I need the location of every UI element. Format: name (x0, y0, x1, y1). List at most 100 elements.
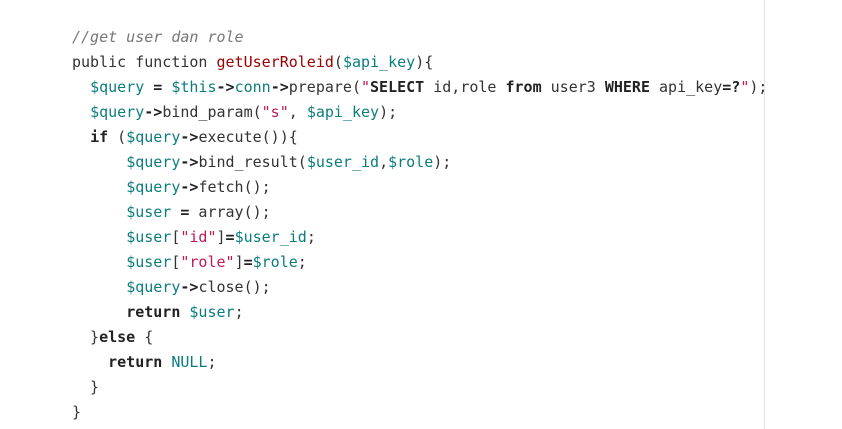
keyword: = (153, 78, 163, 96)
code-text: } (72, 403, 82, 421)
variable: $query (126, 178, 181, 196)
code-text: ); (379, 103, 398, 121)
code-text: public function (72, 53, 217, 71)
code-text: ] (234, 253, 244, 271)
code-text: ] (216, 228, 226, 246)
code-line: $query->bind_result($user_id,$role); (72, 150, 767, 175)
code-text: fetch(); (198, 178, 271, 196)
string-literal: " (361, 78, 371, 96)
keyword: -> (180, 128, 199, 146)
code-text: } (72, 378, 100, 396)
keyword: -> (216, 78, 235, 96)
comment: //get user dan role (72, 28, 244, 46)
code-text: bind_param( (162, 103, 262, 121)
variable: $api_key (342, 53, 416, 71)
code-text: id,role (424, 78, 506, 96)
code-text: prepare( (288, 78, 361, 96)
code-text: ( (108, 128, 127, 146)
code-line: if ($query->execute()){ (72, 125, 767, 150)
keyword: return (108, 353, 163, 371)
variable: $query (126, 128, 181, 146)
sql-keyword: WHERE (604, 78, 650, 96)
code-line: return NULL; (72, 350, 767, 375)
sql-keyword: from (505, 78, 542, 96)
variable: $query (90, 78, 145, 96)
variable: $role (388, 153, 434, 171)
keyword: =? (722, 78, 741, 96)
code-text: , (288, 103, 307, 121)
string-literal: "id" (180, 228, 217, 246)
string-literal: "role" (180, 253, 235, 271)
code-text: , (379, 153, 389, 171)
keyword: = (225, 228, 235, 246)
keyword: if (90, 128, 109, 146)
code-text: ; (207, 353, 217, 371)
code-text: } (72, 328, 100, 346)
keyword: -> (180, 278, 199, 296)
variable: $user (189, 303, 235, 321)
code-text: execute()){ (198, 128, 298, 146)
variable: $this (171, 78, 217, 96)
code-text: ; (306, 228, 316, 246)
variable: $user_id (306, 153, 380, 171)
code-text: { (135, 328, 154, 346)
code-text: array(); (189, 203, 271, 221)
variable: $user (126, 228, 172, 246)
variable: $user_id (234, 228, 307, 246)
code-line: return $user; (72, 300, 767, 325)
variable: $query (126, 153, 181, 171)
code-text: ); (433, 153, 452, 171)
keyword: -> (180, 153, 199, 171)
variable: conn (234, 78, 271, 96)
code-line: } (72, 375, 767, 400)
sql-keyword: SELECT (370, 78, 425, 96)
code-line: $query->fetch(); (72, 175, 767, 200)
code-line: $query = $this->conn->prepare("SELECT id… (72, 75, 767, 100)
code-text: bind_result( (198, 153, 307, 171)
code-text: user3 (541, 78, 605, 96)
keyword: return (126, 303, 181, 321)
code-text: ; (234, 303, 244, 321)
string-literal: "s" (261, 103, 289, 121)
variable: $user (126, 203, 172, 221)
variable: $query (90, 103, 145, 121)
string-literal: " (740, 78, 750, 96)
code-text: ); (749, 78, 768, 96)
keyword: = (243, 253, 253, 271)
code-line: public function getUserRoleid($api_key){ (72, 50, 767, 75)
code-line: $query->close(); (72, 275, 767, 300)
code-line: //get user dan role (72, 25, 767, 50)
code-text: ( (333, 53, 343, 71)
code-line: $user = array(); (72, 200, 767, 225)
code-text: ; (297, 253, 307, 271)
code-line: }else { (72, 325, 767, 350)
code-block: //get user dan role public function getUs… (0, 0, 842, 429)
code-line: $user["role"]=$role; (72, 250, 767, 275)
keyword: -> (270, 78, 289, 96)
keyword: else (99, 328, 136, 346)
variable: $user (126, 253, 172, 271)
variable: $role (252, 253, 298, 271)
keyword: -> (180, 178, 199, 196)
variable: $query (126, 278, 181, 296)
code-text: api_key (650, 78, 723, 96)
code-line: } (72, 400, 767, 425)
code-listing[interactable]: //get user dan role public function getUs… (72, 25, 767, 425)
code-line: $query->bind_param("s", $api_key); (72, 100, 767, 125)
code-text: close(); (198, 278, 271, 296)
code-line: $user["id"]=$user_id; (72, 225, 767, 250)
code-text: ){ (415, 53, 434, 71)
